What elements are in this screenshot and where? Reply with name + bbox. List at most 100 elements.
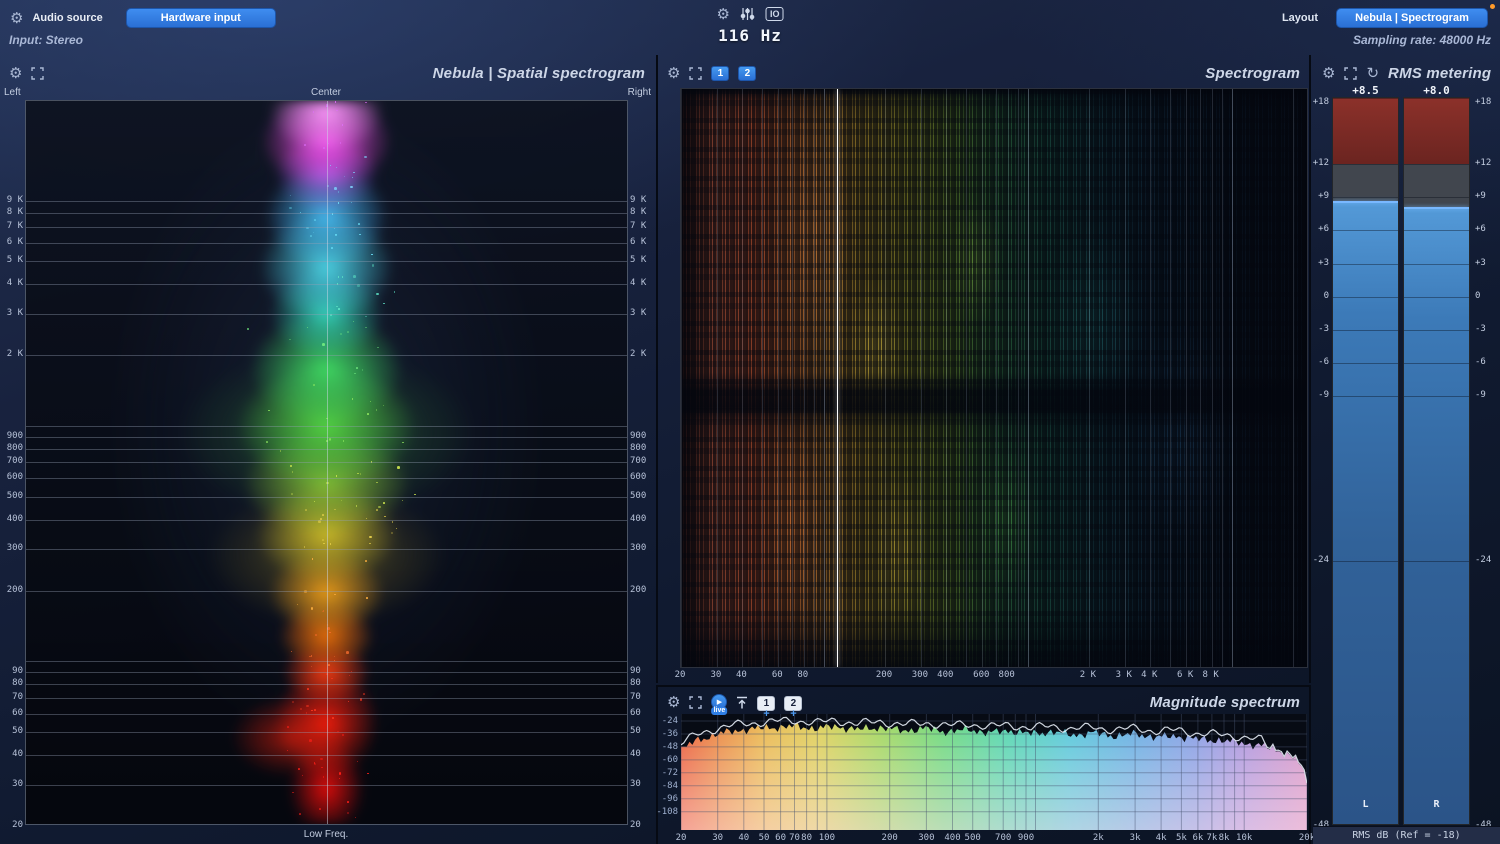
spectrum-dot <box>321 766 323 769</box>
meter-peak-line <box>1404 206 1469 209</box>
rms-settings-gear-icon[interactable]: ⚙ <box>1322 66 1335 81</box>
magnitude-add-1-button[interactable]: + <box>763 709 769 720</box>
spectrogram-channel-1-button[interactable]: 1 <box>711 65 730 81</box>
spectrogram-gridline <box>1186 89 1188 667</box>
spectrogram-gridline <box>681 89 682 667</box>
spectrogram-settings-gear-icon[interactable]: ⚙ <box>667 66 680 81</box>
spectrum-dot <box>319 808 321 810</box>
spectrogram-fullscreen-icon[interactable] <box>689 66 703 80</box>
spectrum-dot <box>347 331 349 333</box>
meter-tick <box>1404 362 1469 364</box>
spectrum-dot <box>383 502 385 504</box>
spectrum-dot <box>414 493 416 496</box>
x-axis-label: 8 K <box>1202 670 1219 680</box>
meter-scale-label: +18 <box>1312 97 1329 107</box>
notification-dot <box>1490 4 1495 9</box>
magnitude-add-2-button[interactable]: + <box>790 709 796 720</box>
io-icon[interactable]: IO <box>765 7 784 21</box>
meter-tick <box>1333 230 1398 232</box>
freq-label: 40 <box>12 749 23 760</box>
rms-scale-right: +18 +12 +9 +6 +3 0 -3 -6 -9 -24 -48 <box>1474 97 1500 830</box>
spectrogram-plot[interactable] <box>680 88 1308 668</box>
x-axis-label: 20 <box>675 833 687 843</box>
meter-scale-label: +6 <box>1475 224 1486 235</box>
rms-left-value: +8.5 <box>1352 84 1379 97</box>
freq-label: 9 K <box>630 195 647 206</box>
left-channel-label: L <box>1362 799 1369 810</box>
spectrogram-channel-2-button[interactable]: 2 <box>738 65 757 81</box>
spectrum-dot <box>322 539 324 541</box>
x-axis-label: 2k <box>1092 833 1104 843</box>
freq-label: 50 <box>12 726 23 737</box>
meter-tick <box>1333 197 1398 199</box>
sliders-icon[interactable] <box>741 7 755 21</box>
spectrum-dot <box>323 147 325 149</box>
channel-left-label: Left <box>4 87 21 98</box>
layout-button[interactable]: Layout <box>1282 12 1318 24</box>
rms-fullscreen-icon[interactable] <box>1344 66 1358 80</box>
audio-source-gear-icon[interactable]: ⚙ <box>10 11 23 26</box>
rms-reset-refresh-icon[interactable]: ↻ <box>1366 66 1379 81</box>
freq-label: 700 <box>6 456 23 467</box>
freq-label: 8 K <box>6 207 23 218</box>
hardware-input-button[interactable]: Hardware input <box>125 8 276 28</box>
meter-scale-label: +9 <box>1475 191 1486 202</box>
spectrum-dot <box>322 343 325 346</box>
rms-meter-left[interactable] <box>1332 97 1399 825</box>
x-axis-label: 400 <box>937 670 954 680</box>
magnitude-settings-gear-icon[interactable]: ⚙ <box>667 695 680 710</box>
freq-label: 8 K <box>630 207 647 218</box>
freq-label: 80 <box>630 678 641 689</box>
meter-peak-line <box>1333 201 1398 204</box>
global-settings-gear-icon[interactable]: ⚙ <box>717 7 730 22</box>
x-axis-label: 200 <box>875 670 893 680</box>
freq-label: 400 <box>630 513 647 524</box>
meter-tick <box>1404 395 1469 397</box>
view-selector-button[interactable]: Nebula | Spectrogram <box>1336 8 1488 28</box>
freq-label: 2 K <box>630 349 647 360</box>
freq-label: 300 <box>630 543 647 554</box>
spectrum-dot <box>309 655 311 658</box>
spectrum-dot <box>313 384 315 386</box>
spectrum-dot <box>369 535 372 539</box>
magnitude-spectrum-plot[interactable] <box>681 714 1307 830</box>
spectrum-dot <box>347 801 349 803</box>
db-axis-label: -84 <box>661 780 678 791</box>
top-bar: ⚙ Audio source Hardware input ⚙ IO 116 H… <box>0 0 1500 55</box>
spectrum-dot <box>334 233 338 237</box>
freq-label: 50 <box>630 726 641 737</box>
meter-scale-label: -3 <box>1318 323 1329 334</box>
spectrogram-panel-title: Spectrogram <box>1205 64 1300 82</box>
meter-tick <box>1333 164 1398 166</box>
spectrum-dot <box>299 813 301 815</box>
meter-over-zone <box>1333 98 1398 164</box>
spectrum-dot <box>322 514 324 516</box>
magnitude-fullscreen-icon[interactable] <box>689 695 703 709</box>
meter-scale-label: -24 <box>1312 555 1329 566</box>
freq-label: 7 K <box>6 221 23 231</box>
spectrogram-gridline <box>982 89 984 667</box>
peak-hold-icon[interactable] <box>736 696 748 709</box>
center-pan-line <box>326 101 328 824</box>
spectrum-dot <box>376 481 378 484</box>
spectrum-dot <box>310 607 314 610</box>
spectrum-dot <box>323 542 325 545</box>
spectrum-dot <box>335 475 338 477</box>
spectrum-dot <box>331 247 333 249</box>
spectrum-dot <box>309 739 312 742</box>
x-axis-label: 40 <box>735 670 747 680</box>
freq-label: 600 <box>6 472 23 483</box>
spectrogram-frequency-axis: 20 30 40 60 80 200 300 400 600 800 2 K 3 K 4 K 6 K 8 K <box>675 670 1308 683</box>
spatial-fullscreen-icon[interactable] <box>31 66 45 80</box>
spectrum-dot <box>287 726 289 728</box>
x-axis-label: 7k <box>1206 833 1218 843</box>
spectrum-dot <box>298 768 300 770</box>
db-axis-label: -108 <box>656 806 678 817</box>
spatial-settings-gear-icon[interactable]: ⚙ <box>9 66 22 81</box>
spatial-spectrogram-plot[interactable] <box>25 100 628 825</box>
rms-panel-title: RMS metering <box>1388 64 1492 82</box>
magnitude-channel-2-control: 2 + <box>784 693 803 720</box>
x-axis-label: 4 K <box>1141 670 1158 680</box>
spectrogram-gridline <box>803 89 805 667</box>
rms-meter-right[interactable] <box>1403 97 1470 825</box>
